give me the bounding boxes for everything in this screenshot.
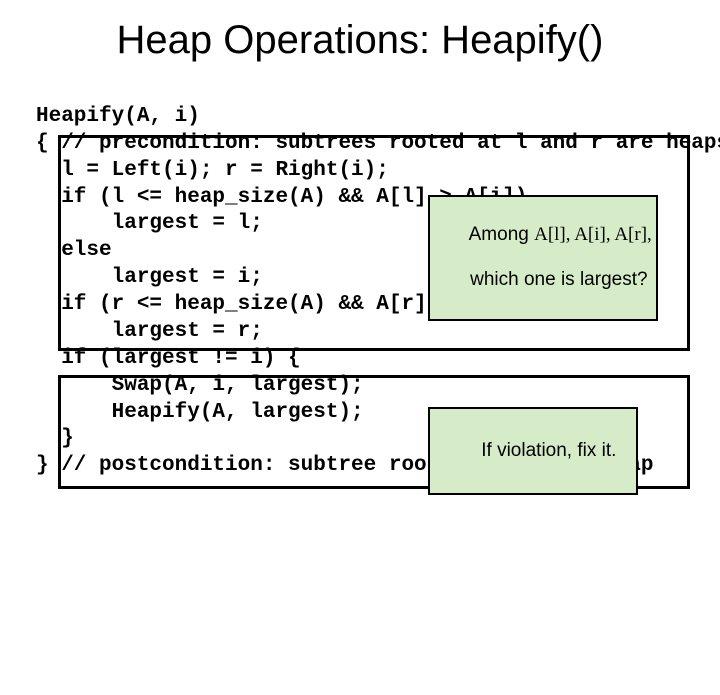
code-line: largest = i; (36, 266, 263, 289)
callout-text: If violation, fix it. (481, 440, 616, 461)
code-line: largest = r; (36, 320, 263, 343)
callout-text: Among (469, 224, 534, 245)
code-line: if (largest != i) { (36, 347, 301, 370)
callout-compare: Among A[l], A[i], A[r], which one is lar… (428, 195, 658, 321)
code-line: Heapify(A, i) (36, 105, 200, 128)
callout-vars: A[l], A[i], A[r], (534, 224, 652, 245)
callout-text: which one is largest? (470, 269, 647, 290)
code-line: l = Left(i); r = Right(i); (36, 159, 389, 182)
code-line: { // precondition: subtrees rooted at l … (36, 132, 720, 155)
callout-fix: If violation, fix it. (428, 407, 638, 495)
slide-title: Heap Operations: Heapify() (0, 18, 720, 63)
slide: Heap Operations: Heapify() Heapify(A, i)… (0, 18, 720, 558)
code-line: largest = l; (36, 212, 263, 235)
code-line: Swap(A, i, largest); (36, 374, 364, 397)
code-line: else (36, 239, 112, 262)
code-line: Heapify(A, largest); (36, 401, 364, 424)
code-block: Heapify(A, i) { // precondition: subtree… (0, 77, 720, 695)
code-line: } (36, 427, 74, 450)
